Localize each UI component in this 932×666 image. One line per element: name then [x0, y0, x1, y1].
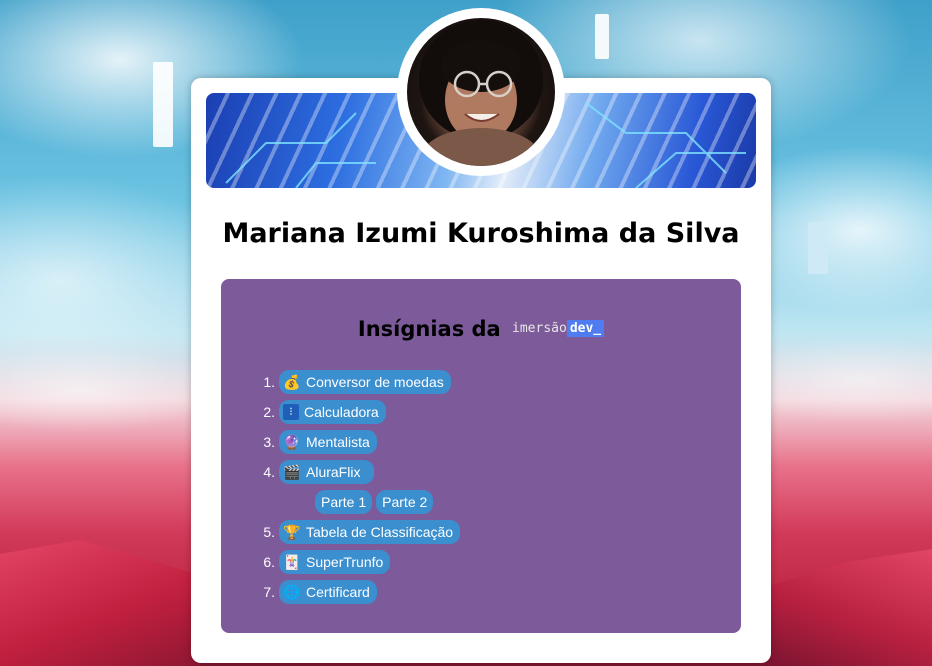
badges-heading: Insígnias da imersão dev_	[221, 317, 741, 341]
crystal-ball-icon: 🔮	[283, 433, 301, 450]
badges-panel: Insígnias da imersão dev_ 1. 💰 Conversor …	[221, 279, 741, 633]
list-item: 4. 🎬 AluraFlix	[257, 457, 460, 487]
aluraflix-parts: Parte 1 Parte 2	[257, 487, 460, 517]
profile-card: Mariana Izumi Kuroshima da Silva Insígni…	[191, 8, 771, 663]
badge-label: Tabela de Classificação	[306, 524, 454, 540]
list-item: 5. 🏆 Tabela de Classificação	[257, 517, 461, 547]
list-number: 7.	[263, 584, 275, 600]
background-ground-right	[762, 549, 932, 666]
list-item: 7. 🌐 Certificard	[257, 577, 460, 607]
badge-link-mentalista[interactable]: 🔮 Mentalista	[279, 430, 377, 454]
avatar-portrait	[419, 20, 543, 166]
list-number: 3.	[263, 434, 275, 450]
background-tower	[595, 14, 609, 59]
list-item: 3. 🔮 Mentalista	[257, 427, 460, 457]
clapper-board-icon: 🎬	[283, 463, 301, 480]
badge-link-aluraflix-part-2[interactable]: Parte 2	[376, 490, 434, 514]
background-ground-left	[0, 540, 200, 666]
badge-link-aluraflix[interactable]: 🎬 AluraFlix	[279, 460, 375, 484]
badge-link-calculadora[interactable]: ⁝ Calculadora	[279, 400, 386, 424]
badge-link-certificard[interactable]: 🌐 Certificard	[279, 580, 377, 604]
badge-label: Mentalista	[306, 434, 370, 450]
badge-link-supertrunfo[interactable]: 🃏 SuperTrunfo	[279, 550, 391, 574]
trophy-icon: 🏆	[283, 523, 301, 540]
background-tower	[153, 62, 173, 147]
avatar-frame	[397, 8, 565, 176]
badge-label: Conversor de moedas	[306, 374, 444, 390]
avatar	[407, 18, 555, 166]
badge-label: SuperTrunfo	[306, 554, 384, 570]
globe-icon: 🌐	[283, 583, 301, 600]
list-number: 2.	[263, 404, 275, 420]
brand-prefix: imersão	[512, 321, 567, 336]
list-item: 6. 🃏 SuperTrunfo	[257, 547, 460, 577]
badge-label: Certificard	[306, 584, 370, 600]
list-item: 2. ⁝ Calculadora	[257, 397, 460, 427]
playing-card-icon: 🃏	[283, 553, 301, 570]
list-number: 4.	[263, 464, 275, 480]
badge-label: AluraFlix	[306, 464, 361, 480]
list-number: 1.	[263, 374, 275, 390]
brand-suffix: dev_	[566, 320, 605, 337]
list-number: 6.	[263, 554, 275, 570]
badge-link-aluraflix-part-1[interactable]: Parte 1	[315, 490, 373, 514]
badges-title-text: Insígnias da	[357, 317, 501, 341]
money-bag-icon: 💰	[283, 373, 301, 390]
calculator-icon: ⁝	[283, 404, 299, 420]
badge-link-tabela[interactable]: 🏆 Tabela de Classificação	[279, 520, 461, 544]
profile-name: Mariana Izumi Kuroshima da Silva	[222, 218, 740, 249]
background-tower	[808, 222, 828, 274]
badge-list: 1. 💰 Conversor de moedas 2. ⁝ Calculador…	[257, 367, 461, 607]
badge-link-conversor[interactable]: 💰 Conversor de moedas	[279, 370, 451, 394]
list-item: 1. 💰 Conversor de moedas	[257, 367, 460, 397]
badge-label: Calculadora	[304, 404, 379, 420]
list-number: 5.	[263, 524, 275, 540]
